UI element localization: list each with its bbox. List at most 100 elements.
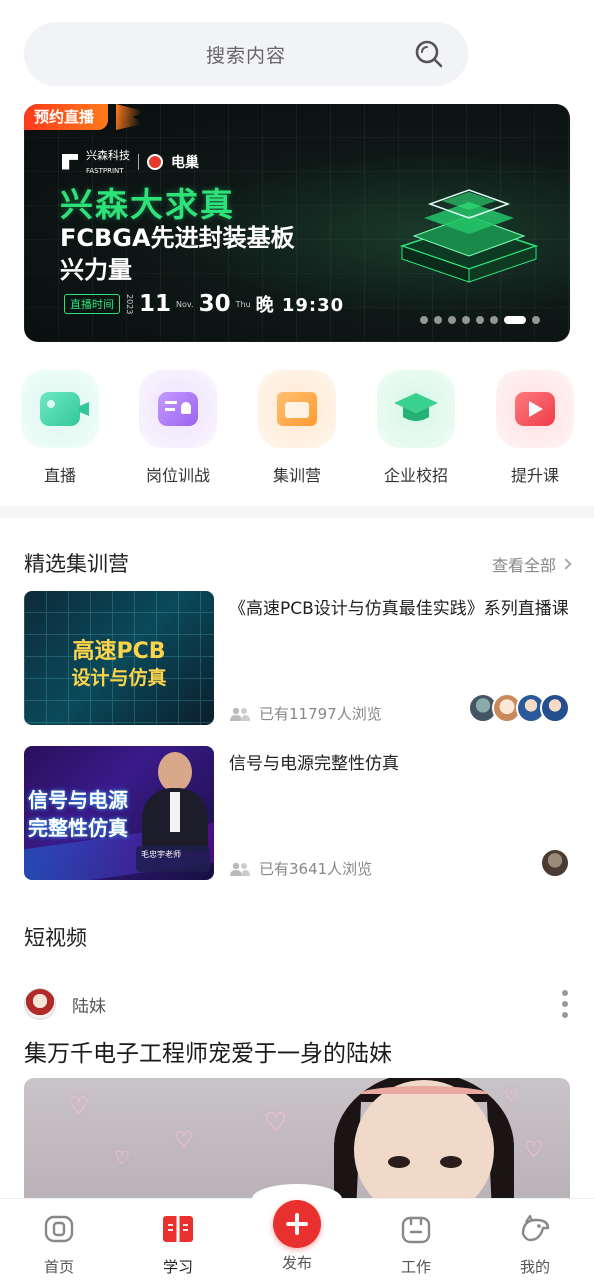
category-label: 集训营 [272, 466, 321, 485]
carousel-dot[interactable] [532, 316, 540, 324]
viewer-avatars [468, 693, 570, 723]
banner-subtitle: FCBGA先进封装基板 [60, 224, 295, 252]
avatar [540, 693, 570, 723]
nav-publish[interactable]: 发布 [257, 1252, 337, 1273]
camp-card[interactable]: 高速PCB 设计与仿真 《高速PCB设计与仿真最佳实践》系列直播课 已有1179… [24, 591, 570, 725]
chevron-right-icon [560, 558, 572, 570]
briefcase-icon [401, 1216, 431, 1244]
category-campus-recruit[interactable]: 企业校招 [366, 370, 466, 486]
partner-name: 电巢 [171, 154, 199, 171]
thumb-caption: 毛忠宇老师 [136, 846, 210, 872]
section-title-camps: 精选集训营 [24, 552, 129, 576]
see-all-link[interactable]: 查看全部 [491, 552, 572, 576]
headband [360, 1086, 488, 1102]
nav-study[interactable]: 学习 [138, 1212, 218, 1277]
nav-work[interactable]: 工作 [376, 1212, 456, 1277]
eye [440, 1156, 462, 1168]
section-title-shorts: 短视频 [24, 926, 87, 950]
camp-thumbnail: 信号与电源 完整性仿真 毛忠宇老师 [24, 746, 214, 880]
day: 30 [198, 291, 231, 317]
month: 11 [139, 291, 172, 317]
nav-label: 学习 [162, 1258, 193, 1276]
banner-tag: 预约直播 [24, 104, 109, 130]
category-label: 提升课 [510, 466, 559, 485]
video-author[interactable]: 陆妹 [24, 988, 106, 1020]
carousel-dot[interactable] [420, 316, 428, 324]
publish-button[interactable] [273, 1200, 321, 1248]
search-icon[interactable] [414, 39, 444, 69]
camp-views: 已有11797人浏览 [229, 703, 382, 724]
nav-label: 我的 [519, 1258, 550, 1276]
time: 晚 19:30 [255, 295, 345, 316]
brand-name: 兴森科技 FASTPRINT [86, 149, 130, 175]
more-options-icon[interactable] [562, 990, 568, 1018]
viewer-avatars [540, 848, 570, 878]
banner-time: 直播时间 2023 11 Nov. 30 Thu 晚 19:30 [64, 291, 344, 317]
banner-subtitle-2: 兴力量 [60, 256, 132, 284]
avatar [24, 988, 56, 1020]
eye [388, 1156, 410, 1168]
time-label: 直播时间 [64, 294, 120, 314]
users-icon [230, 862, 250, 876]
bird-icon [521, 1214, 550, 1242]
see-all-label: 查看全部 [491, 556, 556, 575]
author-name: 陆妹 [72, 996, 106, 1017]
month-unit: Nov. [176, 299, 194, 309]
heart-icon: ♡ [504, 1086, 519, 1105]
carousel-dot[interactable] [504, 316, 526, 324]
thumb-title: 信号与电源 [28, 788, 128, 812]
category-label: 企业校招 [383, 466, 448, 485]
category-nav: 直播 岗位训战 集训营 企业校招 提升课 [0, 370, 594, 490]
camp-thumbnail: 高速PCB 设计与仿真 [24, 591, 214, 725]
carousel-indicator [420, 316, 540, 324]
camp-card[interactable]: 信号与电源 完整性仿真 毛忠宇老师 信号与电源完整性仿真 已有3641人浏览 [24, 746, 570, 880]
nav-label: 发布 [281, 1254, 312, 1272]
camp-title: 信号与电源完整性仿真 [229, 754, 399, 774]
camp-views: 已有3641人浏览 [229, 858, 372, 879]
thumb-title: 高速PCB [72, 639, 166, 664]
home-chip-icon [44, 1215, 74, 1243]
graduation-cap-icon [377, 370, 455, 448]
carousel-dot[interactable] [490, 316, 498, 324]
video-title[interactable]: 集万千电子工程师宠爱于一身的陆妹 [24, 1034, 392, 1068]
dianchao-logo-icon [147, 153, 163, 170]
carousel-dot[interactable] [434, 316, 442, 324]
views-count: 已有11797人浏览 [259, 705, 382, 723]
section-divider [0, 506, 594, 518]
brand-separator [138, 153, 139, 170]
fastprint-logo-icon [62, 153, 78, 170]
category-label: 直播 [43, 466, 76, 485]
live-camera-icon [21, 370, 99, 448]
camp-title: 《高速PCB设计与仿真最佳实践》系列直播课 [229, 599, 569, 619]
chip-illustration-icon [399, 189, 539, 283]
heart-icon: ♡ [524, 1138, 544, 1163]
carousel-dot[interactable] [476, 316, 484, 324]
nav-label: 工作 [400, 1258, 431, 1276]
search-bar[interactable]: 搜索内容 [24, 22, 468, 86]
carousel-dot[interactable] [448, 316, 456, 324]
nav-label: 首页 [43, 1258, 74, 1276]
category-upskill[interactable]: 提升课 [485, 370, 585, 486]
heart-icon: ♡ [114, 1148, 131, 1169]
views-count: 已有3641人浏览 [259, 860, 373, 878]
nav-home[interactable]: 首页 [19, 1212, 99, 1277]
users-icon [230, 707, 250, 721]
weekday: Thu [235, 299, 251, 309]
folder-icon [258, 370, 336, 448]
avatar [540, 848, 570, 878]
category-camp[interactable]: 集训营 [247, 370, 347, 486]
nav-mine[interactable]: 我的 [495, 1212, 575, 1277]
promo-banner[interactable]: 预约直播 兴森科技 FASTPRINT 电巢 兴森大求真 FCBGA先进封装基板 … [24, 104, 570, 342]
year: 2023 [125, 293, 134, 315]
badge-card-icon [139, 370, 217, 448]
heart-icon: ♡ [68, 1092, 90, 1120]
carousel-dot[interactable] [462, 316, 470, 324]
thumb-subtitle: 设计与仿真 [71, 667, 167, 689]
video-play-icon [496, 370, 574, 448]
teacher-photo [142, 752, 208, 852]
banner-brand: 兴森科技 FASTPRINT 电巢 [62, 147, 199, 176]
book-icon [163, 1216, 193, 1242]
heart-icon: ♡ [174, 1128, 194, 1153]
category-job-training[interactable]: 岗位训战 [128, 370, 228, 486]
category-live[interactable]: 直播 [10, 370, 110, 486]
